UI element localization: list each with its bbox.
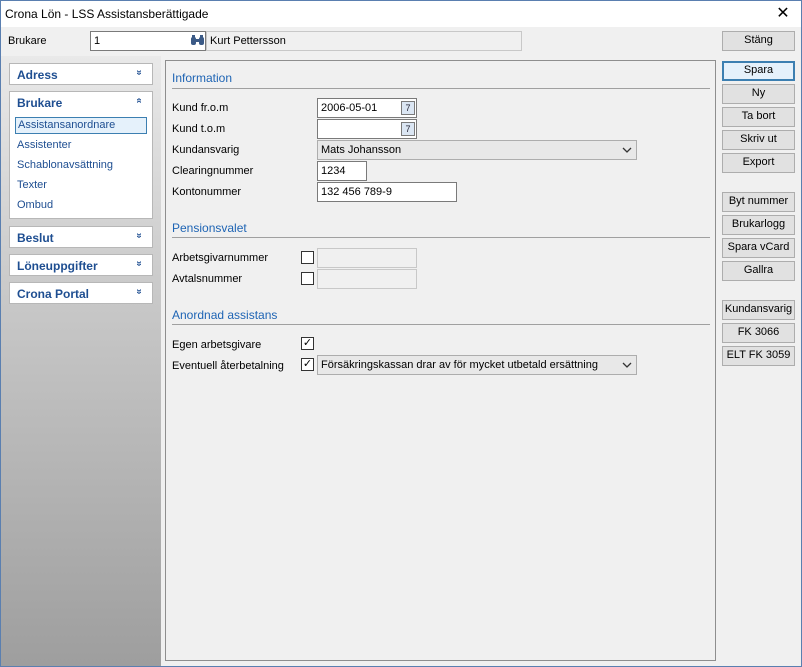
nav-item-texter[interactable]: Texter <box>17 179 47 191</box>
nav-section-label: Beslut <box>17 231 54 245</box>
stang-button[interactable]: Stäng <box>722 31 795 51</box>
kundansvarig-value: Mats Johansson <box>321 144 402 156</box>
egen-checkbox[interactable]: ✓ <box>301 337 314 350</box>
konto-label: Kontonummer <box>172 186 242 198</box>
calendar-icon[interactable]: 7 <box>401 122 415 136</box>
section-divider <box>172 88 710 89</box>
kundansvarig-button[interactable]: Kundansvarig <box>722 300 795 320</box>
export-button[interactable]: Export <box>722 153 795 173</box>
title-bar: Crona Lön - LSS Assistansberättigade ✕ <box>1 1 801 27</box>
byt-nummer-button[interactable]: Byt nummer <box>722 192 795 212</box>
spara-button[interactable]: Spara <box>722 61 795 81</box>
gallra-button[interactable]: Gallra <box>722 261 795 281</box>
arbetsgivar-checkbox[interactable] <box>301 251 314 264</box>
avtal-input <box>317 269 417 289</box>
clearing-input[interactable]: 1234 <box>317 161 367 181</box>
nav-section-label[interactable]: Brukare <box>17 96 62 110</box>
aterbetalning-label: Eventuell återbetalning <box>172 360 284 372</box>
nav-item-assistenter[interactable]: Assistenter <box>17 139 71 151</box>
nav-item-schablonavsattning[interactable]: Schablonavsättning <box>17 159 113 171</box>
konto-value: 132 456 789-9 <box>321 186 392 198</box>
elt-fk-3059-button[interactable]: ELT FK 3059 <box>722 346 795 366</box>
kundansvarig-select[interactable]: Mats Johansson <box>317 140 637 160</box>
chevron-down-icon: » <box>133 69 145 76</box>
check-icon: ✓ <box>302 337 313 349</box>
section-divider <box>172 237 710 238</box>
kund-tom-label: Kund t.o.m <box>172 123 226 135</box>
nav-item-assistansanordnare[interactable]: Assistansanordnare <box>15 117 147 134</box>
avtal-label: Avtalsnummer <box>172 273 243 285</box>
chevron-down-icon: » <box>133 288 145 295</box>
window-title: Crona Lön - LSS Assistansberättigade <box>5 7 209 21</box>
chevron-down-icon: » <box>133 260 145 267</box>
chevron-down-icon[interactable] <box>622 145 632 153</box>
aterbetalning-checkbox[interactable]: ✓ <box>301 358 314 371</box>
nav-section-label: Adress <box>17 68 58 82</box>
egen-label: Egen arbetsgivare <box>172 339 262 351</box>
skriv-ut-button[interactable]: Skriv ut <box>722 130 795 150</box>
nav-section-beslut[interactable]: Beslut » <box>9 226 153 248</box>
brukare-name-value: Kurt Pettersson <box>210 35 286 47</box>
nav-section-label: Crona Portal <box>17 287 90 301</box>
fk-3066-button[interactable]: FK 3066 <box>722 323 795 343</box>
check-icon: ✓ <box>302 358 313 370</box>
chevron-up-icon[interactable]: « <box>133 98 144 104</box>
arbetsgivar-input <box>317 248 417 268</box>
aterbetalning-value: Försäkringskassan drar av för mycket utb… <box>321 359 598 371</box>
chevron-down-icon[interactable] <box>622 360 632 368</box>
spara-vcard-button[interactable]: Spara vCard <box>722 238 795 258</box>
close-icon[interactable]: ✕ <box>773 4 793 24</box>
brukarlogg-button[interactable]: Brukarlogg <box>722 215 795 235</box>
calendar-icon[interactable]: 7 <box>401 101 415 115</box>
section-divider <box>172 324 710 325</box>
kundansvarig-label: Kundansvarig <box>172 144 240 156</box>
avtal-checkbox[interactable] <box>301 272 314 285</box>
section-heading-information: Information <box>172 71 233 85</box>
section-heading-anordnad: Anordnad assistans <box>172 308 278 322</box>
nav-item-ombud[interactable]: Ombud <box>17 199 53 211</box>
chevron-down-icon: » <box>133 232 145 239</box>
nav-section-loneuppgifter[interactable]: Löneuppgifter » <box>9 254 153 276</box>
brukare-label: Brukare <box>8 35 47 47</box>
brukare-number-value: 1 <box>94 35 101 47</box>
nav-section-brukare: Brukare « Assistansanordnare Assistenter… <box>9 91 153 219</box>
nav-section-crona-portal[interactable]: Crona Portal » <box>9 282 153 304</box>
kund-from-label: Kund fr.o.m <box>172 102 229 114</box>
ta-bort-button[interactable]: Ta bort <box>722 107 795 127</box>
clearing-label: Clearingnummer <box>172 165 254 177</box>
binoculars-icon[interactable] <box>190 33 205 48</box>
brukare-name-field: Kurt Pettersson <box>206 31 522 51</box>
arbetsgivar-label: Arbetsgivarnummer <box>172 252 268 264</box>
ny-button[interactable]: Ny <box>722 84 795 104</box>
section-heading-pensionsvalet: Pensionsvalet <box>172 221 247 235</box>
konto-input[interactable]: 132 456 789-9 <box>317 182 457 202</box>
brukare-number-input[interactable]: 1 <box>90 31 206 51</box>
nav-section-adress[interactable]: Adress » <box>9 63 153 85</box>
kund-from-value: 2006-05-01 <box>321 102 378 114</box>
clearing-value: 1234 <box>321 165 346 177</box>
aterbetalning-select[interactable]: Försäkringskassan drar av för mycket utb… <box>317 355 637 375</box>
nav-section-label: Löneuppgifter <box>17 259 98 273</box>
